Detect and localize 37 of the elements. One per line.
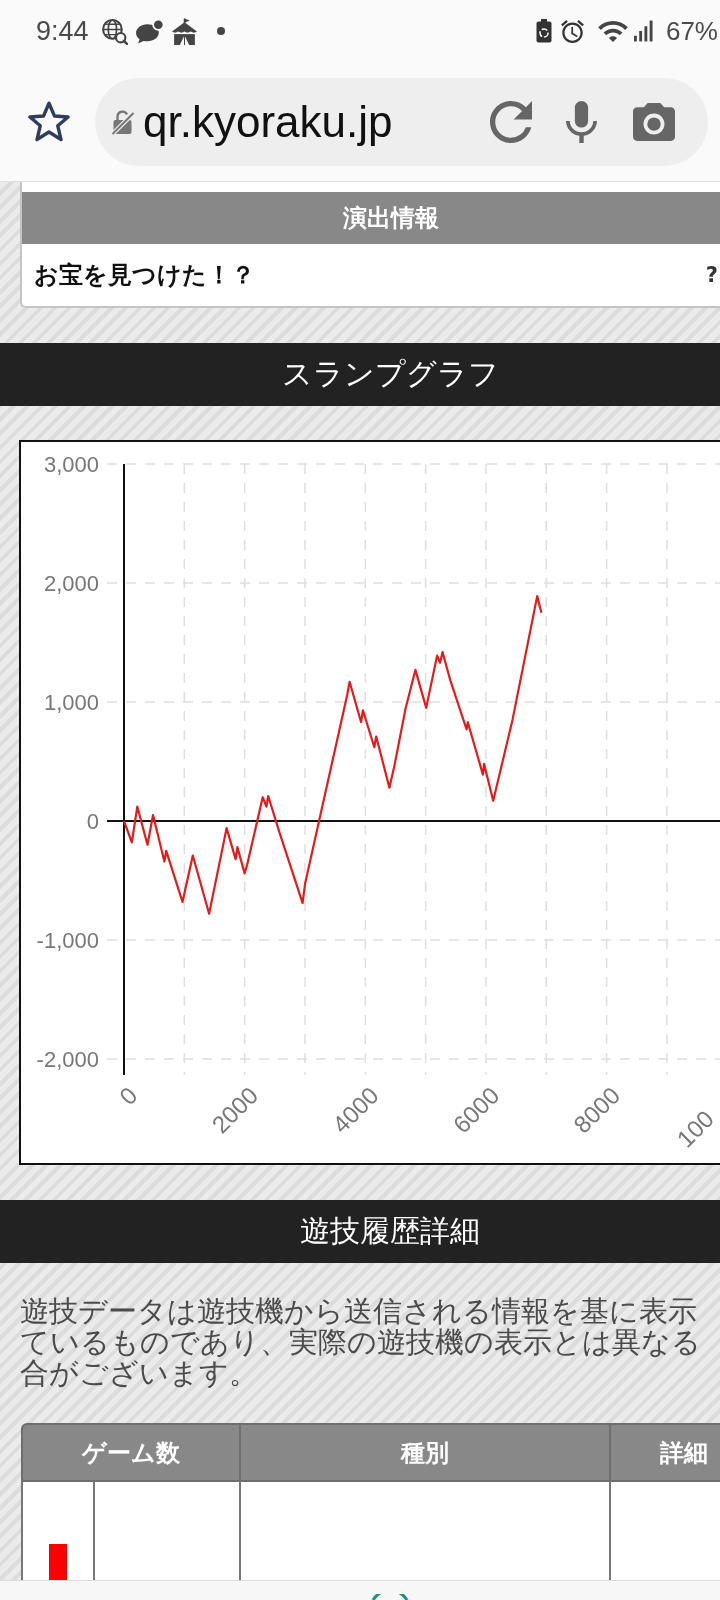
bar-icon — [49, 1544, 67, 1580]
x-tick-label: 100 — [671, 1105, 719, 1153]
notice-text: ているものであり、実際の遊技機の表示とは異なる — [20, 1327, 702, 1358]
column-header: ゲーム数 — [21, 1423, 241, 1480]
x-tick-label: 0 — [114, 1081, 143, 1110]
tent-icon — [170, 17, 198, 45]
alarm-clock-icon — [560, 19, 584, 43]
battery-saver-icon — [535, 19, 552, 43]
column-header: 詳細 — [611, 1423, 720, 1480]
lock-slash-icon — [110, 108, 135, 135]
address-bar[interactable]: qr.kyoraku.jp — [95, 77, 708, 166]
column-header: 種別 — [241, 1423, 611, 1480]
section-header: スランプグラフ — [0, 343, 720, 406]
status-time: 9:44 — [36, 15, 89, 47]
notice-text: 遊技データは遊技機から送信される情報を基に表示 — [20, 1296, 698, 1327]
url-text: qr.kyoraku.jp — [143, 96, 393, 147]
microphone-icon[interactable] — [566, 100, 597, 143]
y-tick-label: 0 — [86, 809, 99, 834]
effect-name: お宝を見つけた！？ — [34, 260, 255, 291]
globe-search-icon — [100, 17, 128, 45]
card-header: 演出情報 — [22, 192, 720, 244]
y-tick-label: 2,000 — [43, 571, 99, 596]
battery-percent: 67% — [665, 15, 718, 47]
section-header: 遊技履歴詳細 — [0, 1200, 720, 1263]
signal-icon — [633, 20, 653, 42]
notice-text: 合がございます。 — [20, 1358, 259, 1389]
star-icon[interactable] — [28, 101, 70, 142]
y-tick-label: 3,000 — [43, 452, 99, 477]
cell-text: ? — [705, 263, 718, 287]
reload-icon[interactable] — [490, 100, 532, 143]
notification-dot-icon — [216, 27, 225, 35]
wifi-icon — [597, 20, 628, 42]
y-tick-label: -2,000 — [36, 1047, 99, 1072]
chat-bubble-icon — [134, 18, 164, 44]
y-tick-label: 1,000 — [43, 690, 99, 715]
y-tick-label: -1,000 — [36, 928, 99, 953]
camera-icon[interactable] — [633, 102, 675, 141]
